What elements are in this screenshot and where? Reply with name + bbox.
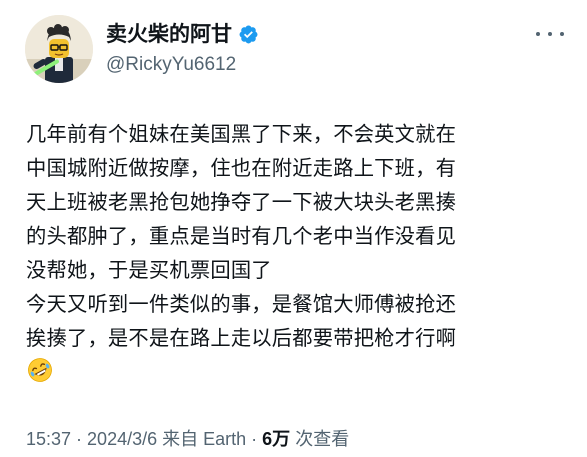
views-label: 次查看 [295,429,350,449]
tweet-text-line: 今天又听到一件类似的事，是餐馆大师傅被抢还 [26,292,457,316]
verified-badge-icon [238,24,259,45]
more-dot-icon [548,32,552,36]
meta-separator: · [71,429,88,449]
rolling-on-floor-laughing-emoji-icon [27,357,53,383]
author-name-row: 卖火柴的阿甘 [106,20,259,48]
tweet-text-line: 天上班被老黑抢包她挣夺了一下被大块头老黑揍 [26,190,457,214]
lego-minifigure-avatar-icon [25,15,93,83]
tweet-text-line: 挨揍了，是不是在路上走以后都要带把枪才行啊 [26,326,457,350]
tweet-date[interactable]: 2024/3/6 [87,429,157,449]
tweet-source: 来自 Earth [162,429,247,449]
tweet-meta: 15:37 · 2024/3/6 来自 Earth · 6万 次查看 [26,427,349,451]
tweet-text-line: 中国城附近做按摩，住也在附近走路上下班，有 [26,156,457,180]
tweet-text-line: 几年前有个姐妹在美国黑了下来，不会英文就在 [26,122,457,146]
meta-separator: · [246,429,263,449]
tweet-text: 几年前有个姐妹在美国黑了下来，不会英文就在 中国城附近做按摩，住也在附近走路上下… [26,117,566,355]
author-handle[interactable]: @RickyYu6612 [106,53,236,77]
more-options-button[interactable] [536,24,564,44]
more-dot-icon [560,32,564,36]
tweet-time[interactable]: 15:37 [26,429,71,449]
more-dot-icon [536,32,540,36]
tweet-text-line: 没帮她，于是买机票回国了 [26,258,272,282]
tweet-card: 卖火柴的阿甘 @RickyYu6612 几年前有个姐妹在美国黑了下来，不会英文就… [0,0,587,457]
tweet-text-line: 的头都肿了，重点是当时有几个老中当作没看见 [26,224,457,248]
views-count[interactable]: 6万 [262,429,290,449]
author-display-name[interactable]: 卖火柴的阿甘 [106,20,232,48]
avatar[interactable] [25,15,93,83]
